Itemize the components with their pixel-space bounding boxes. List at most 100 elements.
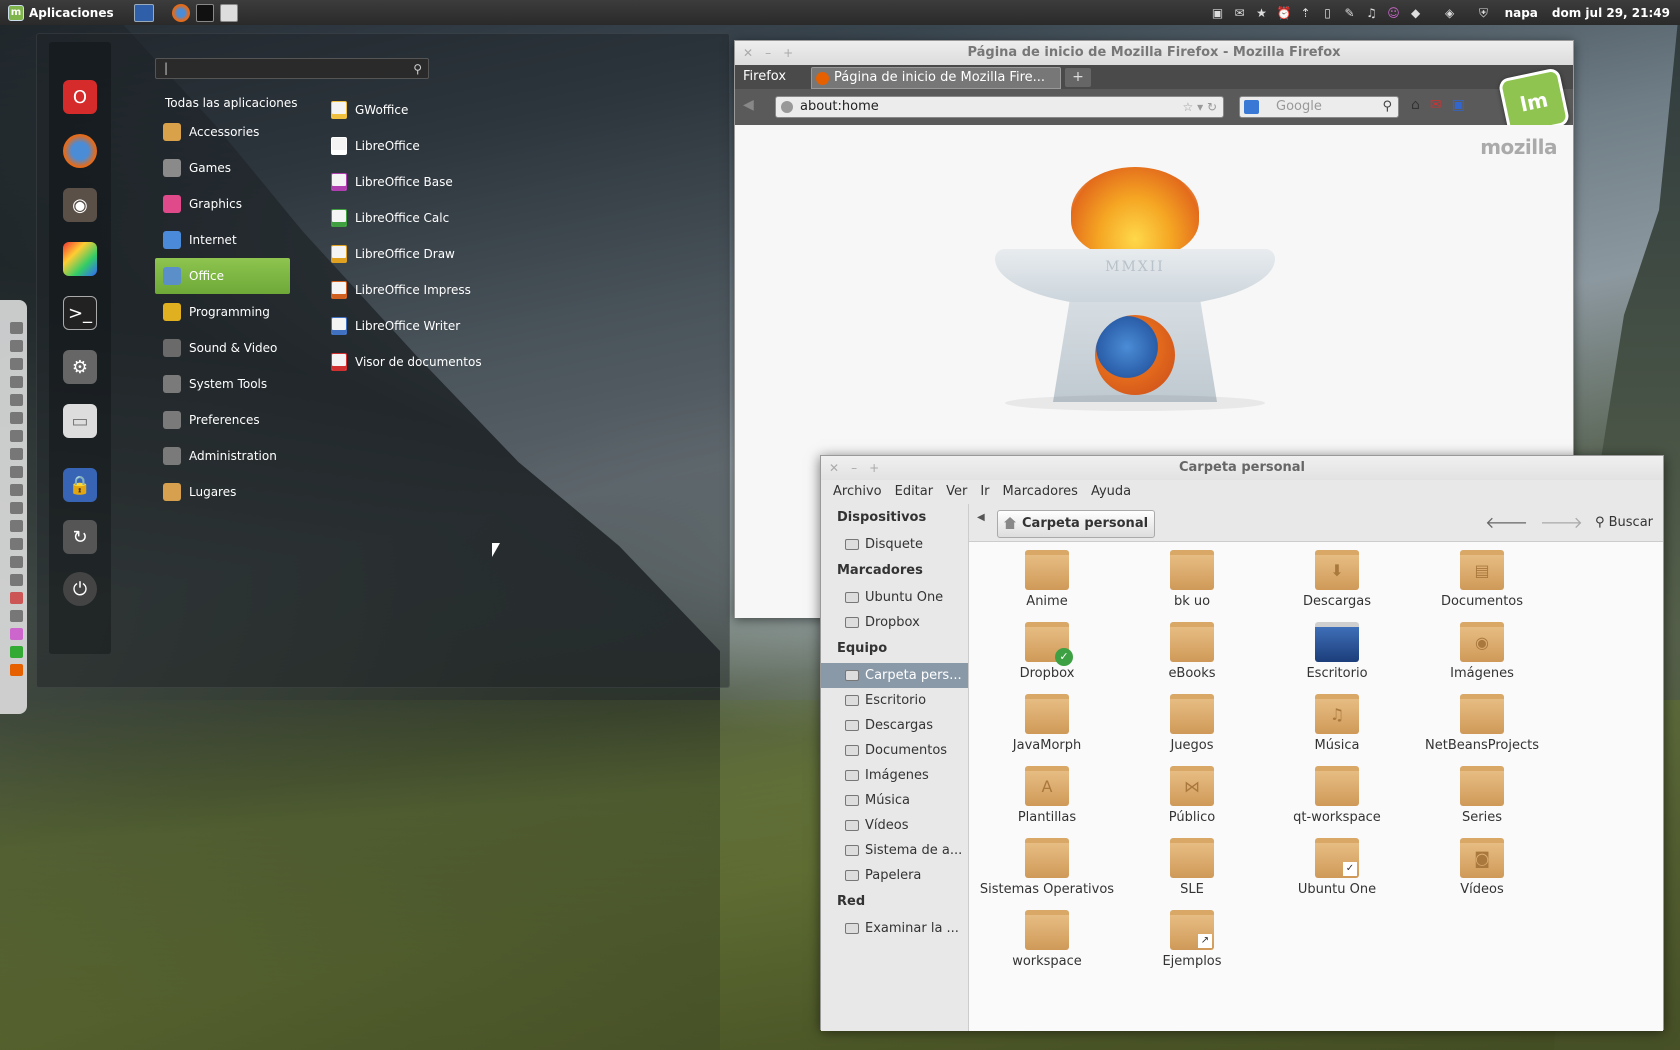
power-icon[interactable]: ⏻ — [63, 572, 97, 606]
clock[interactable]: dom jul 29, 21:49 — [1552, 6, 1670, 20]
folder-icon[interactable] — [10, 556, 23, 568]
file-item[interactable]: Anime — [977, 550, 1117, 609]
reload-icon[interactable]: ↻ — [1207, 100, 1217, 114]
menu-ayuda[interactable]: Ayuda — [1091, 480, 1131, 504]
usb-icon[interactable]: ▯ — [1321, 6, 1335, 20]
shield-icon[interactable]: ⛨ — [1477, 6, 1491, 20]
sidebar-item[interactable]: Documentos — [821, 738, 968, 763]
all-applications-category[interactable]: Todas las aplicaciones — [155, 92, 298, 114]
sidebar-item[interactable]: Vídeos — [821, 813, 968, 838]
tab-home[interactable]: Página de inicio de Mozilla Fire... — [811, 67, 1061, 89]
category-sound-video[interactable]: Sound & Video — [155, 330, 290, 366]
back-icon[interactable]: ◀ — [743, 97, 754, 113]
search-icon[interactable]: ⚲ — [1382, 97, 1392, 117]
app-libreoffice-calc[interactable]: LibreOffice Calc — [327, 200, 482, 236]
film-icon[interactable] — [10, 412, 23, 424]
pidgin-icon[interactable]: ☺ — [1387, 6, 1401, 20]
star-icon[interactable]: ★ — [1255, 6, 1269, 20]
file-item[interactable]: ♫ Música — [1267, 694, 1407, 753]
file-item[interactable]: bk uo — [1122, 550, 1262, 609]
url-bar[interactable]: about:home ☆ ▾ ↻ — [775, 96, 1224, 118]
dropdown-icon[interactable]: ▾ — [1197, 100, 1203, 114]
terminal-launcher-icon[interactable] — [195, 3, 214, 22]
file-item[interactable]: ✓ Dropbox — [977, 622, 1117, 681]
category-office[interactable]: Office — [155, 258, 290, 294]
category-games[interactable]: Games — [155, 150, 290, 186]
sidebar-item[interactable]: Dropbox — [821, 610, 968, 635]
maximize-icon[interactable]: + — [783, 41, 793, 65]
menu-editar[interactable]: Editar — [895, 480, 934, 504]
breadcrumb-home[interactable]: Carpeta personal — [997, 510, 1156, 538]
app-libreoffice-impress[interactable]: LibreOffice Impress — [327, 272, 482, 308]
file-item[interactable]: Escritorio — [1267, 622, 1407, 681]
file-item[interactable]: ▤ Documentos — [1412, 550, 1552, 609]
category-accessories[interactable]: Accessories — [155, 114, 290, 150]
bookmark-star-icon[interactable]: ☆ — [1182, 100, 1193, 114]
chat-icon[interactable] — [10, 646, 23, 658]
file-item[interactable]: JavaMorph — [977, 694, 1117, 753]
drive-icon[interactable] — [10, 340, 23, 352]
music-icon[interactable] — [10, 376, 23, 388]
music-icon[interactable] — [10, 484, 23, 496]
mail-icon[interactable]: ✉ — [1233, 6, 1247, 20]
sidebar-item[interactable]: Ubuntu One — [821, 585, 968, 610]
paint-icon[interactable] — [63, 242, 97, 276]
music-icon[interactable]: ♫ — [1365, 6, 1379, 20]
font-icon[interactable] — [10, 466, 23, 478]
file-item[interactable]: ↗ Ejemplos — [1122, 910, 1262, 969]
camera-icon[interactable] — [10, 394, 23, 406]
logout-icon[interactable]: ↻ — [63, 520, 97, 554]
alarm-icon[interactable]: ⏰ — [1277, 6, 1292, 20]
category-graphics[interactable]: Graphics — [155, 186, 290, 222]
firefox-icon[interactable] — [63, 134, 97, 168]
dropbox-icon[interactable]: ◆ — [1409, 6, 1423, 20]
category-preferences[interactable]: Preferences — [155, 402, 290, 438]
sidebar-item[interactable]: Examinar la ... — [821, 916, 968, 941]
sidebar-item[interactable]: Carpeta pers... — [821, 663, 968, 688]
camera-icon[interactable]: ▣ — [1211, 6, 1225, 20]
file-item[interactable]: ◙ Vídeos — [1412, 838, 1552, 897]
breadcrumb-left-icon[interactable]: ◀ — [977, 512, 985, 523]
minimize-icon[interactable]: – — [765, 41, 771, 65]
sidebar-item[interactable]: Papelera — [821, 863, 968, 888]
sidebar-item[interactable]: Disquete — [821, 532, 968, 557]
file-manager-titlebar[interactable]: ✕ – + Carpeta personal — [821, 456, 1663, 480]
sidebar-item[interactable]: Sistema de a... — [821, 838, 968, 863]
applications-menu-button[interactable]: m Aplicaciones — [0, 0, 122, 25]
opera-icon[interactable]: O — [63, 80, 97, 114]
firefox-launcher-icon[interactable] — [171, 3, 190, 22]
film-icon[interactable] — [10, 520, 23, 532]
back-arrow-icon[interactable]: 🡐 — [1485, 512, 1528, 532]
forward-arrow-icon[interactable]: 🡒 — [1540, 512, 1583, 532]
mail-addon-icon[interactable]: ✉ — [1430, 97, 1442, 113]
file-item[interactable]: ✓ Ubuntu One — [1267, 838, 1407, 897]
file-item[interactable]: SLE — [1122, 838, 1262, 897]
close-icon[interactable]: ✕ — [829, 456, 839, 480]
app-visor-de-documentos[interactable]: Visor de documentos — [327, 344, 482, 380]
home-icon[interactable] — [10, 610, 23, 622]
file-item[interactable]: ◉ Imágenes — [1412, 622, 1552, 681]
show-desktop-icon[interactable] — [133, 3, 154, 22]
menu-search-input[interactable]: | ⚲ — [155, 58, 429, 79]
category-programming[interactable]: Programming — [155, 294, 290, 330]
file-item[interactable]: qt-workspace — [1267, 766, 1407, 825]
sidebar-item[interactable]: Imágenes — [821, 763, 968, 788]
pen-icon[interactable]: ✎ — [1343, 6, 1357, 20]
file-item[interactable]: workspace — [977, 910, 1117, 969]
camera-icon[interactable] — [10, 502, 23, 514]
bookmarks-addon-icon[interactable]: ▣ — [1452, 97, 1465, 113]
category-internet[interactable]: Internet — [155, 222, 290, 258]
file-item[interactable]: Series — [1412, 766, 1552, 825]
file-item[interactable]: A Plantillas — [977, 766, 1117, 825]
app-libreoffice-writer[interactable]: LibreOffice Writer — [327, 308, 482, 344]
terminal-icon[interactable]: >_ — [63, 296, 97, 330]
file-item[interactable]: ⋈ Público — [1122, 766, 1262, 825]
sidebar-item[interactable]: Descargas — [821, 713, 968, 738]
user-name[interactable]: napa — [1505, 6, 1538, 20]
menu-ir[interactable]: Ir — [980, 480, 989, 504]
file-item[interactable]: Juegos — [1122, 694, 1262, 753]
lock-screen-icon[interactable]: 🔒 — [63, 468, 97, 502]
home-icon[interactable] — [10, 322, 23, 334]
search-button[interactable]: ⚲ Buscar — [1595, 515, 1653, 530]
firefox-icon[interactable] — [10, 664, 23, 676]
